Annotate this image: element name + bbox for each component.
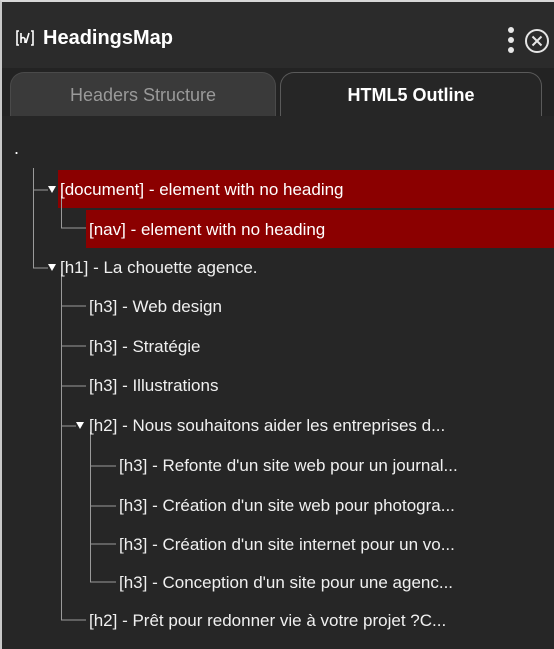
expand-triangle-icon — [76, 422, 84, 429]
vertical-dots-icon[interactable] — [506, 26, 516, 54]
outline-item-h3[interactable]: [h3] - Web design — [89, 288, 222, 326]
outline-item-nav[interactable]: [nav] - element with no heading — [89, 211, 325, 249]
outline-tree: . [document] - element with no heading [… — [2, 116, 554, 649]
outline-item-h2[interactable]: [h2] - Prêt pour redonner vie à votre pr… — [89, 602, 446, 640]
outline-item-h3[interactable]: [h3] - Création d'un site internet pour … — [119, 526, 455, 564]
tab-bar: Headers Structure HTML5 Outline — [2, 68, 554, 116]
headingsmap-panel: HeadingsMap Headers Structure HTML5 Outl… — [0, 0, 554, 649]
outline-item-h1[interactable]: [h1] - La chouette agence. — [60, 249, 258, 287]
outline-item-h3[interactable]: [h3] - Conception d'un site pour une age… — [119, 564, 453, 602]
expand-triangle-icon — [48, 264, 56, 271]
app-title: HeadingsMap — [43, 27, 174, 49]
panel-header: HeadingsMap — [2, 2, 554, 68]
outline-item-document[interactable]: [document] - element with no heading — [60, 171, 344, 209]
expand-triangle-icon — [48, 186, 56, 193]
outline-item-h3[interactable]: [h3] - Création d'un site web pour photo… — [119, 487, 455, 525]
outline-item-h3[interactable]: [h3] - Stratégie — [89, 328, 201, 366]
outline-item-h2[interactable]: [h2] - Nous souhaitons aider les entrepr… — [89, 407, 445, 445]
outline-item-h3[interactable]: [h3] - Refonte d'un site web pour un jou… — [119, 447, 458, 485]
tab-html5-outline[interactable]: HTML5 Outline — [280, 72, 542, 116]
tab-headers-structure[interactable]: Headers Structure — [10, 72, 276, 116]
headingsmap-logo-icon — [16, 30, 34, 46]
close-circle-icon[interactable] — [524, 28, 550, 54]
outline-item-h3[interactable]: [h3] - Illustrations — [89, 367, 218, 405]
